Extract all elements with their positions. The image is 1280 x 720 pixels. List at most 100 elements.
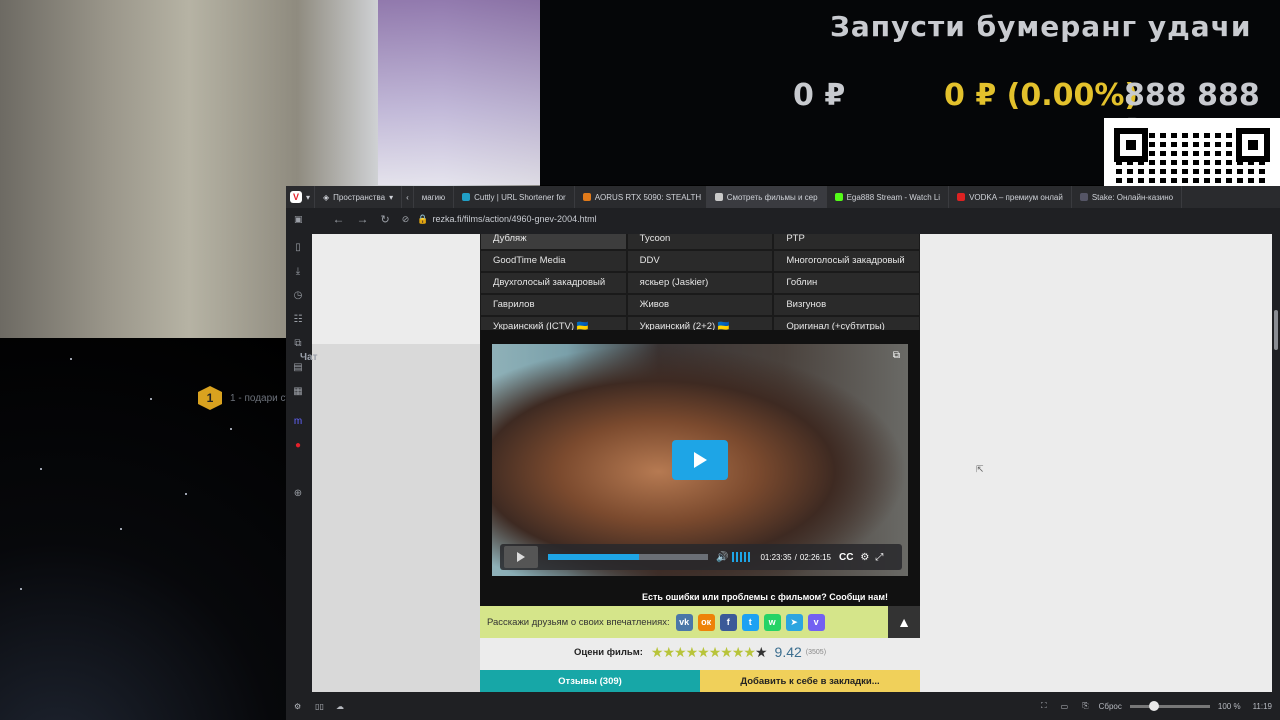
translation-option[interactable]: Двухголосый закадровый	[481, 273, 626, 293]
browser-sidebar: ▯ ⤓ ◷ ☷ ⧉ ▤ ▦ m ● ⊕	[286, 230, 312, 692]
tab-6[interactable]: Stake: Онлайн-казино	[1072, 186, 1183, 208]
play-button[interactable]	[504, 546, 538, 568]
page-actions-icon[interactable]: ⎘	[1082, 701, 1088, 711]
translation-option[interactable]: PTP	[774, 234, 920, 249]
star-icon[interactable]: ★	[686, 644, 699, 660]
star-icon[interactable]: ★	[662, 644, 675, 660]
fullscreen-icon[interactable]: ⤢	[875, 552, 883, 563]
clock: 11:19	[1252, 701, 1272, 711]
volume-slider[interactable]	[732, 552, 753, 562]
twitter-share-icon[interactable]: t	[741, 613, 759, 631]
reading-icon[interactable]: ▤	[292, 362, 304, 374]
vivaldi-social-icon[interactable]: ●	[292, 440, 304, 452]
vk-share-icon[interactable]: vk	[675, 613, 693, 631]
spaces-button[interactable]: ◈ Пространства ▾	[315, 186, 403, 208]
tab-5[interactable]: VODKA – премиум онлай	[949, 186, 1072, 208]
viber-share-icon[interactable]: v	[807, 613, 825, 631]
star-icon[interactable]: ★	[651, 644, 664, 660]
translation-option[interactable]: Tycoon	[627, 234, 773, 249]
translation-option[interactable]: Дубляж	[481, 234, 626, 249]
star-icon[interactable]: ★	[674, 644, 687, 660]
settings-gear-icon[interactable]: ⚙	[860, 552, 869, 563]
star-icon[interactable]: ★	[743, 644, 756, 660]
settings-icon[interactable]: ⚙	[294, 702, 301, 711]
tab-0[interactable]: магию	[414, 186, 455, 208]
telegram-share-icon[interactable]: ➤	[785, 613, 803, 631]
mastodon-icon[interactable]: m	[292, 416, 304, 428]
add-bookmark-button[interactable]: Добавить к себе в закладки...	[700, 670, 920, 692]
kick-favicon-icon	[834, 193, 843, 201]
page-viewport: Дубляж Tycoon PTP GoodTime Media DDV Многогол…	[312, 234, 1272, 692]
video-frame[interactable]: ⧉ 🔊 01:23:35 / 02:26:15 CC ⚙ ⤢	[492, 344, 908, 576]
url-field[interactable]: rezka.fi/films/action/4960-gnev-2004.htm…	[433, 214, 597, 224]
add-panel-icon[interactable]: ⊕	[292, 488, 304, 500]
history-icon[interactable]: ◷	[292, 290, 304, 302]
browser-window: V ▾ ◈ Пространства ▾ ‹ магию Cuttly | UR…	[286, 186, 1280, 720]
windows-icon[interactable]: ⧉	[292, 338, 304, 350]
tab-4[interactable]: Ega888 Stream - Watch Li	[827, 186, 950, 208]
cloud-sync-icon[interactable]: ☁	[336, 702, 344, 711]
translation-option[interactable]: Гаврилов	[481, 295, 626, 315]
lock-icon: 🔒	[417, 213, 429, 224]
calendar-icon[interactable]: ▦	[292, 386, 304, 398]
subtitles-button[interactable]: CC	[839, 552, 853, 563]
translation-option[interactable]: Гоблин	[774, 273, 920, 293]
download-icon[interactable]: ⤓	[292, 266, 304, 278]
scroll-up-button[interactable]: ▲	[888, 606, 920, 638]
rating-row: Оцени фильм: ★★★★★★★★★★ 9.42 (3505)	[480, 638, 920, 666]
scrollbar-thumb[interactable]	[1274, 310, 1278, 350]
translation-option[interactable]: Визгунов	[774, 295, 920, 315]
tab-bar: V ▾ ◈ Пространства ▾ ‹ магию Cuttly | UR…	[286, 186, 1280, 208]
report-problem-link[interactable]: Есть ошибки или проблемы с фильмом? Сооб…	[480, 588, 920, 606]
stake-favicon-icon	[1079, 193, 1088, 201]
star-icon[interactable]: ★	[697, 644, 710, 660]
panel-toggle-icon[interactable]: ▣	[294, 214, 303, 225]
bookmark-icon[interactable]: ▯	[292, 242, 304, 254]
reviews-button[interactable]: Отзывы (309)	[480, 670, 700, 692]
star-icon[interactable]: ★	[732, 644, 745, 660]
zoom-slider[interactable]	[1129, 700, 1210, 711]
status-bar: ⚙ ▯▯ ☁ ⛶ ▭ ⎘ Сброс 100 % 11:19	[286, 692, 1280, 720]
star-icon[interactable]: ★	[720, 644, 733, 660]
time-separator: /	[794, 552, 797, 562]
notes-icon[interactable]: ☷	[292, 314, 304, 326]
tab-2[interactable]: AORUS RTX 5090: STEALTH	[575, 186, 707, 208]
translation-option[interactable]: GoodTime Media	[481, 251, 626, 271]
translation-list: Дубляж Tycoon PTP GoodTime Media DDV Многогол…	[480, 234, 920, 338]
zoom-slider-knob[interactable]	[1148, 700, 1159, 711]
back-icon[interactable]: ←	[333, 212, 345, 226]
star-icon[interactable]: ★	[755, 644, 768, 660]
page-scrollbar[interactable]	[1272, 234, 1280, 692]
tab-label: VODKA – премиум онлай	[969, 192, 1063, 202]
picture-in-picture-icon[interactable]: ⧉	[893, 350, 900, 361]
capture-icon[interactable]: ⛶	[1041, 701, 1047, 711]
forward-icon[interactable]: →	[357, 212, 369, 226]
volume-icon[interactable]: 🔊	[716, 552, 728, 563]
progress-bar[interactable]	[548, 554, 708, 560]
translation-option[interactable]: яскьер (Jaskier)	[627, 273, 773, 293]
browser-menu-button[interactable]: V ▾	[286, 186, 316, 208]
rating-count: (3505)	[805, 648, 827, 656]
big-play-button[interactable]	[672, 440, 728, 480]
rating-stars[interactable]: ★★★★★★★★★★	[651, 644, 768, 661]
tab-1[interactable]: Cuttly | URL Shortener for	[454, 186, 575, 208]
tabs-scroll-left[interactable]: ‹	[402, 186, 414, 208]
rating-label: Оцени фильм:	[573, 646, 643, 658]
rezka-favicon-icon	[714, 193, 723, 201]
no-shield-icon[interactable]: ⊘	[402, 214, 410, 225]
tab-3[interactable]: Смотреть фильмы и сер	[706, 186, 827, 208]
translation-option[interactable]: Живов	[627, 295, 773, 315]
translation-row: Гаврилов Живов Визгунов	[480, 294, 920, 316]
tiling-icon[interactable]: ▯▯	[315, 702, 324, 711]
star-icon[interactable]: ★	[709, 644, 722, 660]
whatsapp-share-icon[interactable]: w	[763, 613, 781, 631]
translation-option[interactable]: DDV	[627, 251, 773, 271]
reload-icon[interactable]: ↻	[381, 213, 390, 226]
translation-option[interactable]: Многоголосый закадровый	[774, 251, 920, 271]
webcam-curtain	[378, 0, 540, 185]
facebook-share-icon[interactable]: f	[719, 613, 737, 631]
page-tiling-icon[interactable]: ▭	[1061, 702, 1069, 711]
ok-share-icon[interactable]: ок	[697, 613, 715, 631]
zoom-reset-button[interactable]: Сброс	[1099, 702, 1122, 711]
gift-badge: 1	[198, 386, 222, 410]
